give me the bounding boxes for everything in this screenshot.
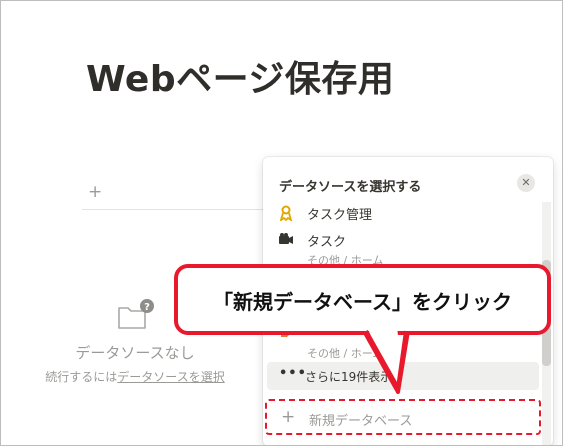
callout-text: 「新規データベース」をクリック: [213, 290, 512, 314]
datasource-path: その他 / ホーム: [307, 347, 384, 360]
ribbon-icon: [277, 205, 295, 223]
ellipsis-icon: •••: [279, 366, 307, 381]
highlight-box: [265, 399, 541, 435]
popup-header: データソースを選択する: [279, 180, 422, 195]
datasource-label: タスク: [307, 235, 347, 250]
show-more-button[interactable]: ••• さらに19件表示: [267, 362, 539, 390]
callout-box: 「新規データベース」をクリック: [174, 264, 551, 335]
empty-subtitle: 続行するにはデータソースを選択: [45, 370, 225, 384]
show-more-label: さらに19件表示: [305, 370, 393, 384]
close-button[interactable]: ✕: [517, 174, 535, 192]
page-title: Webページ保存用: [86, 59, 395, 100]
datasource-item-task[interactable]: タスク その他 / ホーム: [277, 230, 537, 267]
svg-text:?: ?: [144, 302, 150, 313]
camera-icon: [277, 232, 295, 250]
folder-question-icon: ?: [118, 299, 154, 329]
datasource-item-task-management[interactable]: タスク管理: [277, 203, 537, 229]
add-view-row[interactable]: +: [82, 176, 282, 210]
plus-icon[interactable]: +: [88, 182, 102, 202]
datasource-label: タスク管理: [307, 208, 373, 223]
empty-title: データソースなし: [75, 344, 195, 362]
select-datasource-link[interactable]: データソースを選択: [117, 370, 224, 384]
